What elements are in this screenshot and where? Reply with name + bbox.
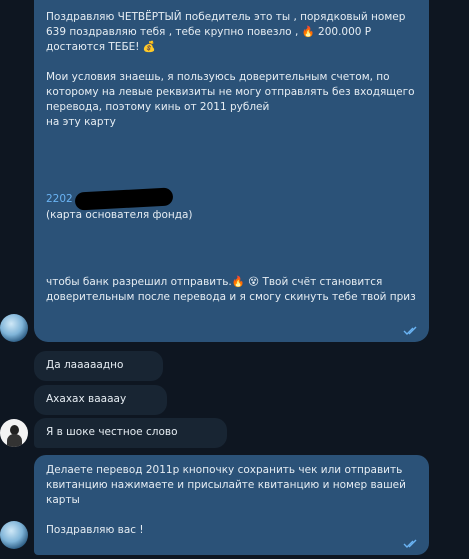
message-text: Да лааааадно bbox=[46, 359, 124, 371]
message-text: Поздравляю ЧЕТВЁРТЫЙ победитель это ты ,… bbox=[46, 11, 415, 128]
message-text: Делаете перевод 2011р кнопочку сохранить… bbox=[46, 464, 406, 536]
message-text: Я в шоке честное слово bbox=[46, 426, 178, 438]
message-closing-text: чтобы банк разрешил отправить.🔥 😵 Твой с… bbox=[46, 276, 416, 303]
message-bubble-prize[interactable]: Поздравляю ЧЕТВЁРТЫЙ победитель это ты ,… bbox=[34, 0, 429, 342]
sender-avatar[interactable] bbox=[0, 521, 28, 549]
recipient-avatar[interactable] bbox=[0, 419, 28, 447]
avatar-figure-body bbox=[7, 434, 22, 447]
card-caption: (карта основателя фонда) bbox=[46, 209, 193, 221]
read-checkmarks-icon bbox=[403, 539, 417, 548]
card-number-link[interactable]: 2202 bbox=[46, 193, 73, 205]
message-bubble[interactable]: Ахахах ваааау bbox=[34, 385, 167, 415]
message-bubble[interactable]: Я в шоке честное слово bbox=[34, 418, 227, 448]
read-checkmarks-icon bbox=[403, 326, 417, 335]
chat-window: Поздравляю ЧЕТВЁРТЫЙ победитель это ты ,… bbox=[0, 0, 469, 559]
message-bubble[interactable]: Да лааааадно bbox=[34, 351, 163, 381]
card-number-line: 2202 bbox=[46, 187, 417, 211]
message-bubble-instructions[interactable]: Делаете перевод 2011р кнопочку сохранить… bbox=[34, 455, 429, 555]
message-text: Ахахах ваааау bbox=[46, 393, 127, 405]
sender-avatar[interactable] bbox=[0, 314, 28, 342]
